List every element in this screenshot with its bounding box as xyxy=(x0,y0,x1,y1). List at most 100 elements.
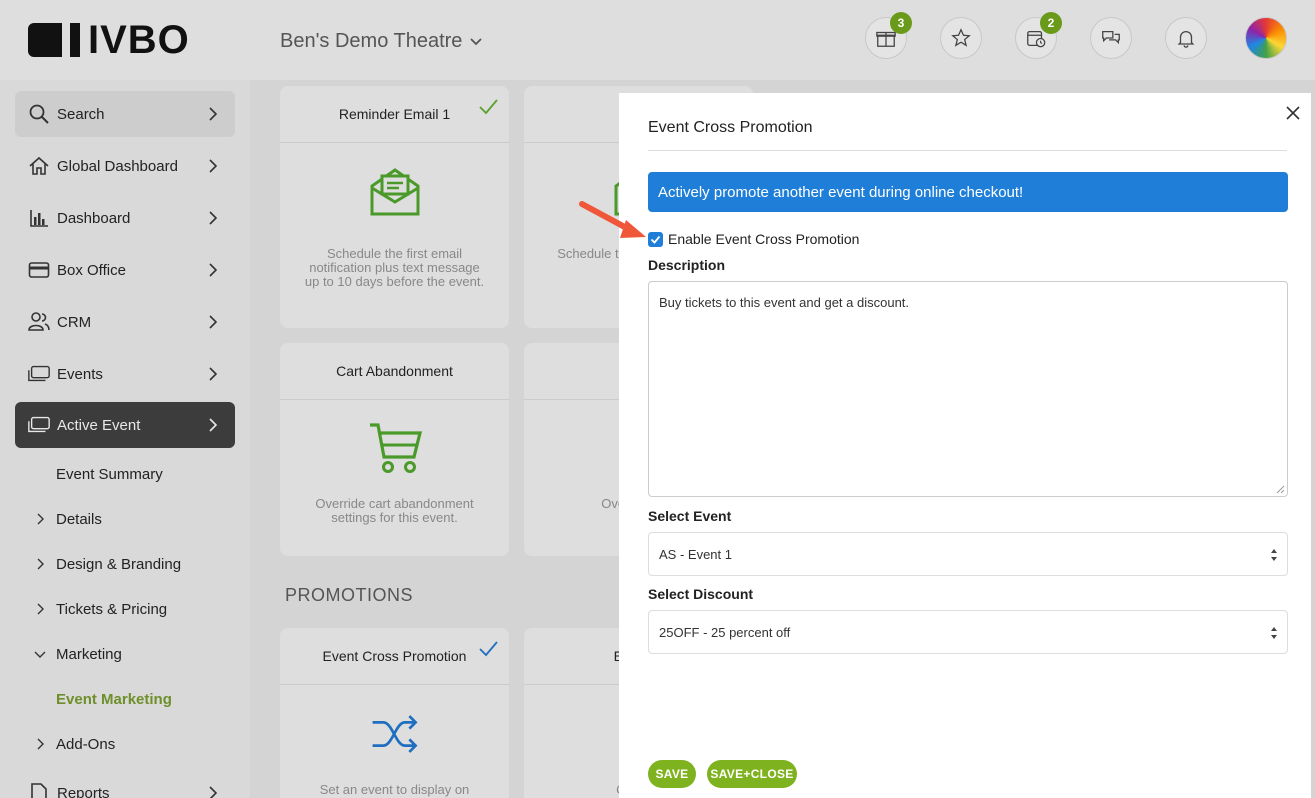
enable-cross-promotion-label: Enable Event Cross Promotion xyxy=(668,231,860,247)
close-icon[interactable] xyxy=(1283,103,1303,123)
subnav-label: Details xyxy=(56,510,102,528)
ticket-icon xyxy=(27,362,51,386)
sidebar-item-dashboard[interactable]: Dashboard xyxy=(15,195,235,241)
card-title: Reminder Email 1 xyxy=(280,86,509,143)
select-discount-value: 25OFF - 25 percent off xyxy=(659,624,791,640)
card-title: Cart Abandonment xyxy=(280,343,509,400)
schedule-button[interactable]: 2 xyxy=(1015,12,1062,59)
credit-card-icon xyxy=(27,258,51,282)
search-icon xyxy=(27,102,51,126)
card-cart-abandonment[interactable]: Cart Abandonment Override cart abandonme… xyxy=(280,343,509,556)
select-arrows-icon xyxy=(1271,549,1277,561)
shuffle-icon xyxy=(372,715,418,753)
subnav-label: Marketing xyxy=(56,645,122,663)
subnav-event-summary[interactable]: Event Summary xyxy=(56,463,163,485)
annotation-arrow-icon xyxy=(579,201,646,238)
org-selector[interactable]: Ben's Demo Theatre xyxy=(280,30,484,53)
subnav-label: Tickets & Pricing xyxy=(56,600,168,618)
chevron-right-icon xyxy=(209,315,218,329)
subnav-label: Event Marketing xyxy=(56,690,172,708)
org-name: Ben's Demo Theatre xyxy=(280,30,463,52)
gift-badge: 3 xyxy=(890,12,912,34)
chevron-right-icon xyxy=(32,511,48,527)
top-bar: IVBO Ben's Demo Theatre 3 2 xyxy=(0,0,1315,80)
card-desc: Override cart abandonment settings for t… xyxy=(315,496,474,525)
bell-icon xyxy=(1177,31,1195,48)
card-icon-wrap xyxy=(280,419,509,475)
card-desc: Schedule the first email notification pl… xyxy=(304,246,485,289)
sidebar-item-search[interactable]: Search xyxy=(15,91,235,137)
select-arrows-icon xyxy=(1271,627,1277,639)
select-event-value: AS - Event 1 xyxy=(659,546,732,562)
subnav-design-branding[interactable]: Design & Branding xyxy=(32,553,181,575)
users-icon xyxy=(27,310,51,334)
chevron-right-icon xyxy=(32,736,48,752)
card-reminder-email-1[interactable]: Reminder Email 1 Schedule the first emai… xyxy=(280,86,509,328)
subnav-tickets-pricing[interactable]: Tickets & Pricing xyxy=(32,598,167,620)
sidebar-item-crm[interactable]: CRM xyxy=(15,299,235,345)
favorites-button[interactable] xyxy=(940,17,982,59)
bar-chart-icon xyxy=(27,206,51,230)
select-event-label: Select Event xyxy=(648,508,732,524)
save-button[interactable]: SAVE xyxy=(648,760,696,788)
enable-cross-promotion-row[interactable]: Enable Event Cross Promotion xyxy=(648,231,859,247)
chevron-right-icon xyxy=(209,211,218,225)
home-icon xyxy=(27,154,51,178)
promotions-heading: PROMOTIONS xyxy=(285,585,414,605)
document-icon xyxy=(27,781,51,798)
chevron-right-icon xyxy=(209,107,218,121)
sidebar-item-label: CRM xyxy=(57,313,92,331)
sidebar-item-label: Box Office xyxy=(57,261,126,279)
card-event-cross-promotion[interactable]: Event Cross Promotion Set an event to di… xyxy=(280,628,509,798)
chevron-right-icon xyxy=(209,263,218,277)
sidebar-item-reports[interactable]: Reports xyxy=(15,770,235,798)
select-discount-label: Select Discount xyxy=(648,586,754,602)
modal-divider xyxy=(648,150,1287,151)
info-banner-text: Actively promote another event during on… xyxy=(658,183,1024,201)
sidebar-item-label: Dashboard xyxy=(57,209,131,227)
subnav-event-marketing[interactable]: Event Marketing xyxy=(56,688,172,710)
chevron-right-icon xyxy=(209,786,218,798)
subnav-details[interactable]: Details xyxy=(32,508,102,530)
check-icon xyxy=(479,641,498,657)
sidebar-item-label: Global Dashboard xyxy=(57,157,178,175)
star-icon xyxy=(951,28,971,47)
resize-handle-icon[interactable] xyxy=(1275,484,1285,494)
card-desc: Set an event to display on xyxy=(319,782,470,797)
chat-button[interactable] xyxy=(1090,17,1132,59)
chat-icon xyxy=(1102,30,1120,45)
notifications-button[interactable] xyxy=(1165,17,1207,59)
logo-text: IVBO xyxy=(88,18,190,62)
card-icon-wrap xyxy=(280,162,509,218)
select-event-dropdown[interactable]: AS - Event 1 xyxy=(648,532,1288,576)
sidebar-item-global-dashboard[interactable]: Global Dashboard xyxy=(15,143,235,189)
save-close-button[interactable]: SAVE+CLOSE xyxy=(707,760,797,788)
ivbo-logo[interactable]: IVBO xyxy=(28,18,190,62)
sidebar-item-label: Search xyxy=(57,105,105,123)
chevron-right-icon xyxy=(209,159,218,173)
chevron-right-icon xyxy=(209,367,218,381)
info-banner: Actively promote another event during on… xyxy=(648,172,1288,212)
gift-button[interactable]: 3 xyxy=(865,12,912,59)
select-discount-dropdown[interactable]: 25OFF - 25 percent off xyxy=(648,610,1288,654)
sidebar: Search Global Dashboard Dashboard Box Of… xyxy=(0,80,250,798)
card-title: Event Cross Promotion xyxy=(280,628,509,685)
subnav-marketing[interactable]: Marketing xyxy=(32,643,122,665)
envelope-icon xyxy=(370,168,419,216)
description-textarea[interactable]: Buy tickets to this event and get a disc… xyxy=(648,281,1288,497)
logo-bar xyxy=(70,23,80,57)
avatar[interactable] xyxy=(1245,17,1287,59)
sidebar-item-label: Active Event xyxy=(57,416,141,434)
logo-block xyxy=(28,23,62,57)
description-text: Buy tickets to this event and get a disc… xyxy=(659,295,910,310)
ticket-icon xyxy=(27,413,51,437)
sidebar-item-active-event[interactable]: Active Event xyxy=(15,402,235,448)
chevron-down-icon xyxy=(470,37,483,45)
chevron-right-icon xyxy=(32,601,48,617)
cart-icon xyxy=(369,423,422,473)
subnav-label: Event Summary xyxy=(56,465,163,483)
sidebar-item-events[interactable]: Events xyxy=(15,351,235,397)
sidebar-item-box-office[interactable]: Box Office xyxy=(15,247,235,293)
description-label: Description xyxy=(648,257,726,273)
subnav-add-ons[interactable]: Add-Ons xyxy=(32,733,115,755)
